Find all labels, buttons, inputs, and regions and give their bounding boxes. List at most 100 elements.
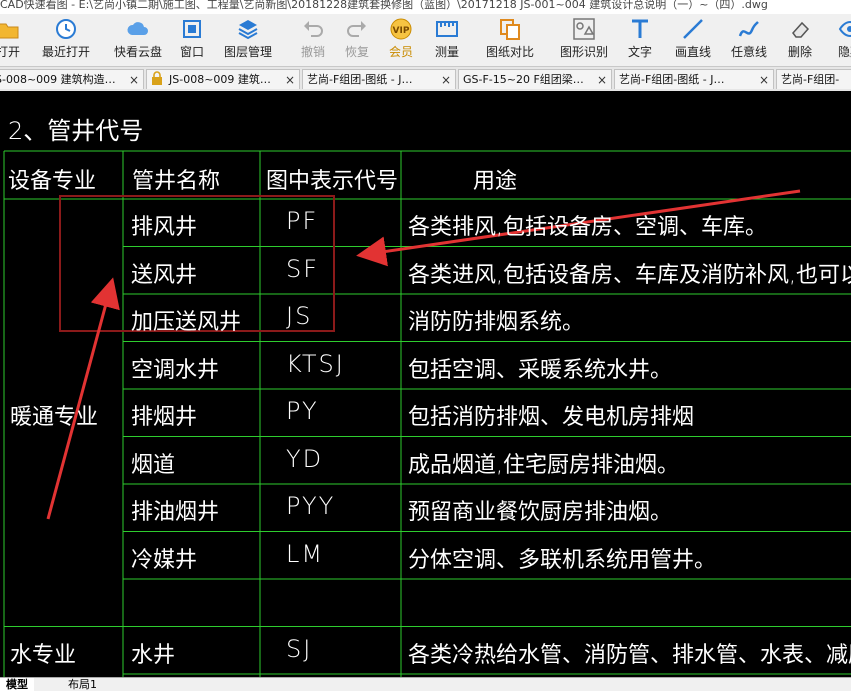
- line-icon: [680, 16, 706, 42]
- toolbar-button-label: 隐藏: [837, 45, 851, 59]
- table-cell-name: 排烟井: [131, 405, 198, 430]
- text-icon: [627, 16, 653, 42]
- vip-icon: VIP: [388, 16, 414, 42]
- toolbar-button-label: 图层管理: [223, 45, 272, 59]
- table-cell-code: SF: [286, 254, 320, 283]
- toolbar-button-0[interactable]: 打开: [0, 16, 28, 64]
- table-cell-name: 送风井: [131, 262, 198, 288]
- toolbar-button-8[interactable]: 测量: [430, 16, 464, 64]
- close-icon[interactable]: ×: [285, 70, 295, 89]
- document-tab[interactable]: 艺尚-F组团-图纸 - J… ×: [302, 69, 456, 89]
- document-tab-label: S-008~009 建筑构造…: [0, 73, 116, 86]
- table-cell-name: 烟道: [131, 452, 176, 478]
- table-cell-name: 水井: [131, 642, 176, 668]
- table-cell-code: PYY: [286, 492, 336, 520]
- table-cell-use: 各类进风,包括设备房、车库及消防补风,也可以包括空调新风: [408, 262, 851, 288]
- table-cell-use: 各类冷热给水管、消防管、排水管、水表、减压阀的安装: [408, 642, 851, 668]
- window-icon: [179, 16, 205, 42]
- document-tab[interactable]: JS-008~009 建筑… ×: [146, 69, 300, 89]
- table-cell-name: 空调水井: [131, 357, 220, 383]
- close-icon[interactable]: ×: [759, 70, 769, 89]
- lock-icon: [151, 71, 169, 86]
- toolbar-button-6[interactable]: 恢复: [340, 16, 374, 64]
- toolbar-button-11[interactable]: 文字: [625, 16, 655, 64]
- document-tab[interactable]: S-008~009 建筑构造… ×: [0, 69, 144, 89]
- document-tab-label: 艺尚-F组团-图纸 - J…: [307, 73, 413, 86]
- toolbar-button-14[interactable]: 删除: [785, 16, 815, 64]
- toolbar-button-10[interactable]: 图形识别: [557, 16, 611, 64]
- group-label: 水专业: [10, 642, 77, 668]
- clock-icon: [53, 16, 79, 42]
- drawing-canvas[interactable]: 2、管井代号 设备专业 管井名称 图中表示代号 用途排风井 PF 各类排风,包括设备房、空调…: [0, 91, 851, 677]
- toolbar-button-label: 图纸对比: [485, 45, 534, 59]
- toolbar-button-label: 任意线: [730, 45, 767, 59]
- toolbar-button-label: 画直线: [674, 45, 711, 59]
- undo-icon: [300, 16, 326, 42]
- folder-icon: [0, 16, 21, 42]
- layout-tab[interactable]: 模型: [0, 678, 34, 691]
- toolbar-button-label: 打开: [0, 45, 20, 59]
- freehand-icon: [736, 16, 762, 42]
- shape-recognize-icon: [571, 16, 597, 42]
- table-cell-name: 加压送风井: [131, 310, 242, 335]
- eraser-icon: [787, 16, 813, 42]
- table-cell-code: JS: [286, 302, 313, 330]
- toolbar-button-5[interactable]: 撤销: [296, 16, 330, 64]
- document-tab-bar: S-008~009 建筑构造… × JS-008~009 建筑… × 艺尚-F组团-图纸…: [0, 67, 851, 92]
- table-cell-code: PF: [286, 207, 319, 235]
- toolbar-button-1[interactable]: 最近打开: [38, 16, 94, 64]
- table-cell-use: 成品烟道,住宅厨房排油烟。: [408, 452, 679, 478]
- table-header: 图中表示代号: [266, 169, 399, 194]
- table-cell-use: 包括空调、采暖系统水井。: [408, 357, 673, 383]
- group-label: 暖通专业: [10, 405, 99, 430]
- toolbar-button-7[interactable]: VIP 会员: [386, 16, 416, 64]
- table-cell-name: 排风井: [131, 215, 198, 240]
- toolbar-button-label: 文字: [627, 45, 652, 59]
- toolbar-button-12[interactable]: 画直线: [673, 16, 713, 64]
- toolbar-button-label: 测量: [434, 45, 459, 59]
- toolbar-button-label: 图形识别: [559, 45, 608, 59]
- toolbar-button-13[interactable]: 任意线: [729, 16, 769, 64]
- document-tab-label: GS-F-15~20 F组团梁…: [463, 73, 584, 86]
- toolbar-button-label: 窗口: [179, 45, 204, 59]
- table-cell-use: 消防防排烟系统。: [408, 310, 585, 335]
- cloud-icon: [125, 16, 151, 42]
- redo-icon: [344, 16, 370, 42]
- document-tab[interactable]: GS-F-15~20 F组团梁… ×: [458, 69, 612, 89]
- close-icon[interactable]: ×: [441, 70, 451, 89]
- layout-tab[interactable]: 布局1: [62, 678, 103, 691]
- table-cell-code: SJ: [286, 634, 313, 663]
- table-cell-use: 分体空调、多联机系统用管井。: [408, 547, 717, 573]
- toolbar-button-3[interactable]: 窗口: [174, 16, 210, 64]
- toolbar-button-label: 最近打开: [41, 45, 90, 59]
- table-cell-code: LM: [286, 539, 325, 568]
- table-header: 用途: [473, 169, 518, 194]
- toolbar-button-9[interactable]: 图纸对比: [483, 16, 537, 64]
- toolbar-button-label: 恢复: [344, 45, 369, 59]
- toolbar-button-label: 会员: [388, 45, 413, 59]
- cad-grid: [3, 150, 851, 677]
- table-header: 设备专业: [8, 169, 97, 194]
- close-icon[interactable]: ×: [597, 70, 607, 89]
- section-title: 2、管井代号: [8, 117, 144, 145]
- table-cell-use: 包括消防排烟、发电机房排烟: [408, 405, 695, 430]
- compare-icon: [497, 16, 523, 42]
- document-tab-label: JS-008~009 建筑…: [169, 73, 271, 86]
- ruler-icon: [434, 16, 460, 42]
- table-cell-name: 排油烟井: [131, 500, 220, 525]
- table-cell-code: PY: [286, 397, 319, 425]
- document-tab[interactable]: 艺尚-F组团-: [776, 69, 851, 89]
- close-icon[interactable]: ×: [129, 70, 139, 89]
- toolbar-button-4[interactable]: 图层管理: [222, 16, 274, 64]
- table-cell-name: 冷媒井: [131, 547, 198, 573]
- hide-icon: [837, 16, 851, 42]
- toolbar-button-label: 删除: [787, 45, 812, 59]
- toolbar-button-15[interactable]: 隐藏: [830, 16, 851, 64]
- toolbar-button-label: 快看云盘: [113, 45, 162, 59]
- table-cell-use: 各类排风,包括设备房、空调、车库。: [408, 215, 767, 240]
- document-tab-label: 艺尚-F组团-图纸 - J…: [619, 73, 725, 86]
- document-tab[interactable]: 艺尚-F组团-图纸 - J… ×: [614, 69, 774, 89]
- table-header: 管井名称: [132, 169, 221, 194]
- toolbar-button-2[interactable]: 快看云盘: [110, 16, 166, 64]
- main-toolbar: 打开 最近打开 快看云盘 窗口 图层管理 撤销 恢复 VIP 会员 测量 图纸对比 图形识别 文字 画直线…: [0, 14, 851, 67]
